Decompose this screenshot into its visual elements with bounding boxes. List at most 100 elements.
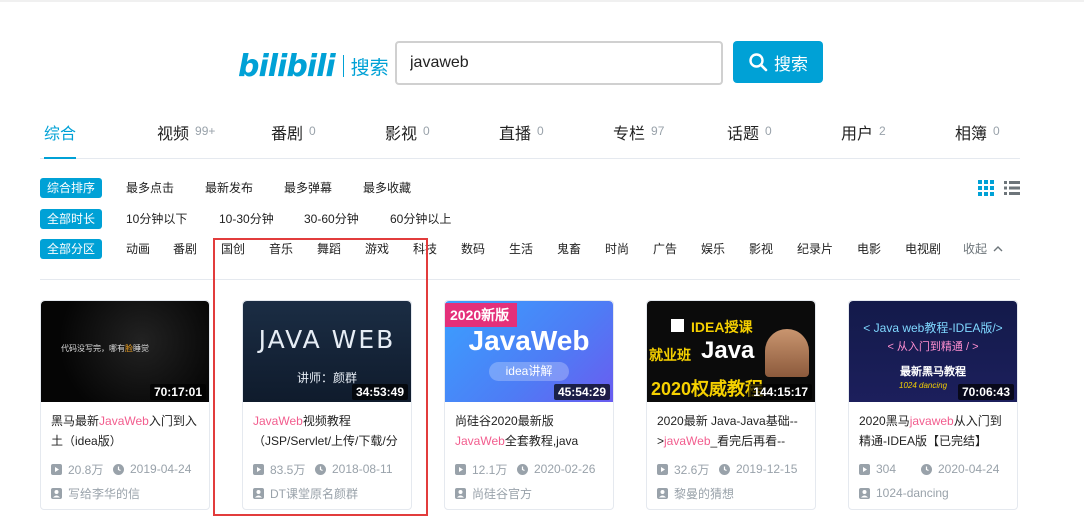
- tab-bangumi[interactable]: 番剧 0: [271, 116, 316, 159]
- duration-filter-selected[interactable]: 全部时长: [40, 209, 103, 229]
- tab-label: 番剧: [271, 126, 304, 143]
- duration-option[interactable]: 60分钟以上: [390, 209, 451, 229]
- uploader[interactable]: 尚硅谷官方: [455, 484, 603, 502]
- search-input[interactable]: [395, 41, 723, 85]
- list-view-icon[interactable]: [1004, 180, 1020, 196]
- sort-option[interactable]: 最新发布: [205, 178, 253, 198]
- zone-option[interactable]: 娱乐: [701, 239, 725, 259]
- zone-option[interactable]: 鬼畜: [557, 239, 581, 259]
- video-thumbnail[interactable]: JAVA WEB 讲师：颜群 34:53:49: [243, 301, 411, 402]
- thumbnail-line: 就业班: [649, 347, 691, 363]
- zone-option[interactable]: 科技: [413, 239, 437, 259]
- video-title[interactable]: 2020黑马javaweb从入门到精通-IDEA版【已完结】: [859, 411, 1007, 451]
- upload-date: 2020-02-26: [517, 462, 595, 476]
- zone-option[interactable]: 电视剧: [905, 239, 941, 259]
- video-thumbnail[interactable]: 2020新版 JavaWeb idea讲解 45:54:29: [445, 301, 613, 402]
- video-thumbnail[interactable]: < Java web教程-IDEA版/> < 从入门到精通 / > 最新黑马教程…: [849, 301, 1017, 402]
- title-text: 尚硅谷2020最新版: [455, 414, 554, 428]
- zone-option[interactable]: 游戏: [365, 239, 389, 259]
- upload-date: 2018-08-11: [315, 462, 393, 476]
- thumbnail-line: Java: [701, 337, 755, 364]
- uploader[interactable]: 写给李华的信: [51, 484, 199, 502]
- tab-all[interactable]: 综合: [44, 116, 77, 159]
- uploader[interactable]: 1024-dancing: [859, 484, 1007, 502]
- bilibili-logo[interactable]: bilibili 搜索: [238, 46, 389, 86]
- search-button[interactable]: 搜索: [733, 41, 823, 83]
- title-text: 全套教程,java: [504, 434, 579, 448]
- play-count-value: 304: [876, 462, 897, 476]
- chevron-up-icon: [993, 246, 1003, 252]
- clock-icon: [315, 463, 326, 475]
- thumbnail-caption-highlight: 脸: [125, 344, 133, 353]
- video-duration: 70:06:43: [957, 384, 1014, 400]
- tab-article[interactable]: 专栏 97: [613, 116, 664, 159]
- thumbnail-caption-text: 代码没写完，哪有: [61, 344, 125, 353]
- thumbnail-line: < Java web教程-IDEA版/>: [863, 321, 1003, 335]
- grid-view-icon[interactable]: [978, 180, 994, 196]
- tab-count: 99+: [195, 124, 216, 138]
- tab-count: 0: [309, 124, 316, 138]
- zone-option[interactable]: 番剧: [173, 239, 197, 259]
- upload-date: 2019-04-24: [113, 462, 191, 476]
- duration-option[interactable]: 30-60分钟: [304, 209, 359, 229]
- zone-option[interactable]: 时尚: [605, 239, 629, 259]
- tab-label: 影视: [385, 126, 418, 143]
- video-card[interactable]: JAVA WEB 讲师：颜群 34:53:49 JavaWeb视频教程（JSP/…: [242, 300, 412, 510]
- upload-date-value: 2019-12-15: [736, 462, 798, 476]
- zone-option[interactable]: 国创: [221, 239, 245, 259]
- tab-user[interactable]: 用户 2: [841, 116, 886, 159]
- duration-option[interactable]: 10-30分钟: [219, 209, 274, 229]
- video-thumbnail[interactable]: 代码没写完，哪有脸睡觉 70:17:01: [41, 301, 209, 402]
- title-text: _看完后再看--: [710, 434, 786, 448]
- duration-option[interactable]: 10分钟以下: [126, 209, 187, 229]
- zone-option[interactable]: 生活: [509, 239, 533, 259]
- zone-option[interactable]: 影视: [749, 239, 773, 259]
- video-duration: 144:15:17: [749, 384, 812, 400]
- zone-option[interactable]: 广告: [653, 239, 677, 259]
- tab-topic[interactable]: 话题 0: [727, 116, 772, 159]
- zone-filter-row: 全部分区 动画 番剧 国创 音乐 舞蹈 游戏 科技 数码 生活 鬼畜 时尚 广告…: [40, 239, 1020, 259]
- video-card[interactable]: < Java web教程-IDEA版/> < 从入门到精通 / > 最新黑马教程…: [848, 300, 1018, 510]
- video-thumbnail[interactable]: IDEA授课 就业班 Java 2020权威教程 144:15:17: [647, 301, 815, 402]
- clock-icon: [113, 463, 124, 475]
- zone-option[interactable]: 动画: [126, 239, 150, 259]
- uploader[interactable]: 黎曼的猜想: [657, 484, 805, 502]
- thumbnail-line: 最新黑马教程: [900, 366, 966, 378]
- upload-date: 2020-04-24: [921, 462, 999, 476]
- video-title[interactable]: 尚硅谷2020最新版 JavaWeb全套教程,java: [455, 411, 603, 451]
- zone-option[interactable]: 纪录片: [797, 239, 833, 259]
- zone-option[interactable]: 电影: [857, 239, 881, 259]
- user-icon: [859, 487, 870, 499]
- video-title[interactable]: 黑马最新JavaWeb入门到入土（idea版）: [51, 411, 199, 451]
- uploader[interactable]: DT课堂原名颜群: [253, 484, 401, 502]
- play-count: 20.8万: [51, 461, 113, 478]
- tab-film[interactable]: 影视 0: [385, 116, 430, 159]
- sort-option[interactable]: 最多弹幕: [284, 178, 332, 198]
- video-title[interactable]: 2020最新 Java-Java基础-->javaWeb_看完后再看--: [657, 411, 805, 451]
- title-text: 黑马最新: [51, 414, 100, 428]
- sort-option[interactable]: 最多点击: [126, 178, 174, 198]
- video-meta: 83.5万 2018-08-11: [253, 460, 401, 478]
- upload-date-value: 2020-04-24: [938, 462, 1000, 476]
- video-card[interactable]: 2020新版 JavaWeb idea讲解 45:54:29 尚硅谷2020最新…: [444, 300, 614, 510]
- tab-live[interactable]: 直播 0: [499, 116, 544, 159]
- play-count-value: 12.1万: [472, 462, 508, 477]
- video-duration: 45:54:29: [553, 384, 610, 400]
- tab-video[interactable]: 视频 99+: [157, 116, 215, 159]
- play-count-value: 83.5万: [270, 462, 306, 477]
- zone-option[interactable]: 舞蹈: [317, 239, 341, 259]
- video-card[interactable]: 代码没写完，哪有脸睡觉 70:17:01 黑马最新JavaWeb入门到入土（id…: [40, 300, 210, 510]
- thumbnail-caption: 代码没写完，哪有脸睡觉: [61, 343, 149, 354]
- zone-option[interactable]: 音乐: [269, 239, 293, 259]
- video-card[interactable]: IDEA授课 就业班 Java 2020权威教程 144:15:17 2020最…: [646, 300, 816, 510]
- collapse-zones-button[interactable]: 收起: [963, 239, 1003, 259]
- video-title[interactable]: JavaWeb视频教程（JSP/Servlet/上传/下载/分: [253, 411, 401, 451]
- zone-filter-selected[interactable]: 全部分区: [40, 239, 103, 259]
- sort-filter-selected[interactable]: 综合排序: [40, 178, 103, 198]
- tab-photo[interactable]: 相簿 0: [955, 116, 1000, 159]
- sort-option[interactable]: 最多收藏: [363, 178, 411, 198]
- zone-option[interactable]: 数码: [461, 239, 485, 259]
- user-icon: [657, 487, 668, 499]
- upload-date-value: 2020-02-26: [534, 462, 596, 476]
- idea-logo-icon: [671, 319, 684, 332]
